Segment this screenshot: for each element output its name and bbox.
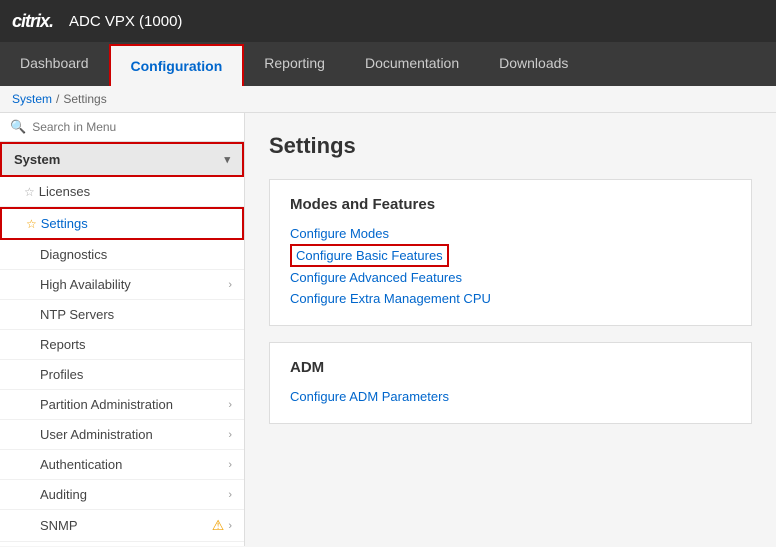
search-input[interactable]	[32, 120, 234, 134]
sidebar-item-diagnostics[interactable]: Diagnostics	[0, 240, 244, 270]
configure-modes-link[interactable]: Configure Modes	[290, 223, 731, 244]
nav-item-configuration[interactable]: Configuration	[109, 44, 245, 86]
content-area: Settings Modes and Features Configure Mo…	[245, 113, 776, 546]
top-bar: citrix. ADC VPX (1000)	[0, 0, 776, 42]
sidebar-item-label: SNMP	[24, 518, 212, 533]
adm-card: ADM Configure ADM Parameters	[269, 342, 752, 424]
modes-features-card: Modes and Features Configure Modes Confi…	[269, 179, 752, 326]
configure-advanced-features-link[interactable]: Configure Advanced Features	[290, 267, 731, 288]
sidebar-item-auditing[interactable]: Auditing ›	[0, 480, 244, 510]
sidebar-item-label: Diagnostics	[24, 247, 232, 262]
adm-title: ADM	[290, 359, 731, 376]
main-layout: 🔍 System ▾ ☆ Licenses ☆ Settings Diagnos…	[0, 113, 776, 546]
sidebar-item-appflow[interactable]: AppFlow ›	[0, 542, 244, 546]
sidebar-item-label: Licenses	[39, 184, 232, 199]
page-title: Settings	[269, 133, 752, 159]
nav-bar: Dashboard Configuration Reporting Docume…	[0, 42, 776, 86]
configure-adm-parameters-link[interactable]: Configure ADM Parameters	[290, 386, 731, 407]
chevron-right-icon: ›	[228, 429, 232, 441]
sidebar-item-label: Auditing	[24, 487, 228, 502]
breadcrumb: System / Settings	[0, 86, 776, 113]
configure-extra-mgmt-cpu-link[interactable]: Configure Extra Management CPU	[290, 288, 731, 309]
nav-item-documentation[interactable]: Documentation	[345, 42, 479, 86]
chevron-right-icon: ›	[228, 399, 232, 411]
nav-item-reporting[interactable]: Reporting	[244, 42, 345, 86]
sidebar-item-label: Profiles	[24, 367, 232, 382]
sidebar-item-label: Settings	[41, 216, 230, 231]
chevron-right-icon: ›	[228, 279, 232, 291]
modes-features-title: Modes and Features	[290, 196, 731, 213]
sidebar-item-label: Partition Administration	[24, 397, 228, 412]
breadcrumb-separator: /	[56, 92, 59, 106]
sidebar-item-reports[interactable]: Reports	[0, 330, 244, 360]
chevron-right-icon: ›	[228, 520, 232, 532]
breadcrumb-current: Settings	[63, 92, 106, 106]
sidebar-item-label: Reports	[24, 337, 232, 352]
warning-icon: ⚠	[212, 517, 225, 534]
sidebar-item-label: High Availability	[24, 277, 228, 292]
sidebar-item-partition-administration[interactable]: Partition Administration ›	[0, 390, 244, 420]
configure-basic-features-link[interactable]: Configure Basic Features	[290, 244, 449, 267]
app-title: ADC VPX (1000)	[69, 13, 182, 30]
citrix-logo-text: citrix.	[12, 11, 53, 32]
breadcrumb-system[interactable]: System	[12, 92, 52, 106]
sidebar-item-high-availability[interactable]: High Availability ›	[0, 270, 244, 300]
star-icon: ☆	[24, 185, 35, 199]
sidebar-item-label: User Administration	[24, 427, 228, 442]
sidebar-item-label: Authentication	[24, 457, 228, 472]
citrix-logo: citrix.	[12, 11, 53, 32]
sidebar-item-user-administration[interactable]: User Administration ›	[0, 420, 244, 450]
nav-item-downloads[interactable]: Downloads	[479, 42, 588, 86]
sidebar: 🔍 System ▾ ☆ Licenses ☆ Settings Diagnos…	[0, 113, 245, 546]
sidebar-group-label: System	[14, 152, 60, 167]
search-icon: 🔍	[10, 119, 26, 135]
sidebar-item-label: NTP Servers	[24, 307, 232, 322]
star-filled-icon: ☆	[26, 217, 37, 231]
sidebar-item-profiles[interactable]: Profiles	[0, 360, 244, 390]
sidebar-item-licenses[interactable]: ☆ Licenses	[0, 177, 244, 207]
nav-item-dashboard[interactable]: Dashboard	[0, 42, 109, 86]
sidebar-group-system[interactable]: System ▾	[0, 142, 244, 177]
chevron-right-icon: ›	[228, 459, 232, 471]
sidebar-item-snmp[interactable]: SNMP ⚠ ›	[0, 510, 244, 542]
chevron-down-icon: ▾	[224, 153, 230, 166]
search-box: 🔍	[0, 113, 244, 142]
chevron-right-icon: ›	[228, 489, 232, 501]
sidebar-item-ntp-servers[interactable]: NTP Servers	[0, 300, 244, 330]
sidebar-item-authentication[interactable]: Authentication ›	[0, 450, 244, 480]
sidebar-item-settings[interactable]: ☆ Settings	[0, 207, 244, 240]
